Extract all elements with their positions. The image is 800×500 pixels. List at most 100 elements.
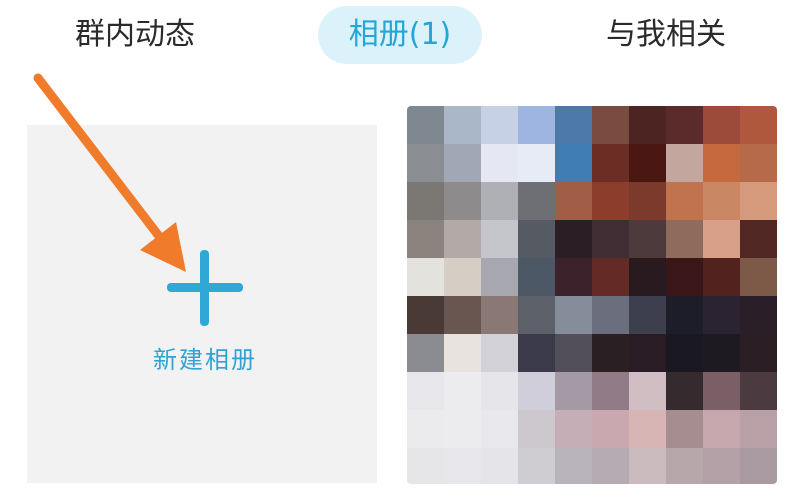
mosaic-cell (481, 296, 518, 334)
mosaic-cell (481, 372, 518, 410)
mosaic-cell (666, 334, 703, 372)
mosaic-cell (444, 410, 481, 448)
mosaic-cell (518, 220, 555, 258)
mosaic-cell (703, 258, 740, 296)
mosaic-cell (740, 448, 777, 484)
mosaic-cell (703, 182, 740, 220)
mosaic-cell (444, 258, 481, 296)
mosaic-cell (518, 448, 555, 484)
mosaic-cell (666, 448, 703, 484)
mosaic-cell (666, 372, 703, 410)
mosaic-cell (407, 106, 444, 144)
new-album-label[interactable]: 新建相册 (120, 340, 290, 375)
mosaic-cell (740, 296, 777, 334)
mosaic-cell (629, 182, 666, 220)
mosaic-cell (629, 144, 666, 182)
mosaic-cell (629, 448, 666, 484)
mosaic-cell (481, 106, 518, 144)
mosaic-cell (592, 372, 629, 410)
mosaic-cell (740, 334, 777, 372)
mosaic-cell (703, 448, 740, 484)
mosaic-cell (629, 372, 666, 410)
mosaic-cell (703, 144, 740, 182)
mosaic-cell (740, 410, 777, 448)
mosaic-cell (518, 182, 555, 220)
mosaic-cell (481, 448, 518, 484)
mosaic-cell (629, 296, 666, 334)
pixelated-photo (407, 106, 777, 484)
mosaic-cell (555, 182, 592, 220)
mosaic-cell (555, 296, 592, 334)
mosaic-cell (740, 182, 777, 220)
mosaic-cell (666, 144, 703, 182)
mosaic-cell (444, 296, 481, 334)
mosaic-cell (592, 182, 629, 220)
mosaic-cell (518, 106, 555, 144)
mosaic-cell (592, 144, 629, 182)
mosaic-cell (703, 334, 740, 372)
tab-bar: 群内动态 相册(1) 与我相关 (0, 0, 800, 80)
mosaic-cell (740, 220, 777, 258)
mosaic-cell (481, 144, 518, 182)
mosaic-cell (555, 258, 592, 296)
mosaic-cell (481, 182, 518, 220)
mosaic-cell (518, 258, 555, 296)
mosaic-cell (592, 448, 629, 484)
group-album-page: 群内动态 相册(1) 与我相关 新建相册 (0, 0, 800, 500)
mosaic-cell (518, 372, 555, 410)
mosaic-cell (407, 410, 444, 448)
mosaic-cell (703, 296, 740, 334)
mosaic-cell (407, 144, 444, 182)
mosaic-cell (740, 258, 777, 296)
plus-icon-vertical-bar (200, 250, 209, 326)
mosaic-cell (555, 372, 592, 410)
mosaic-cell (740, 372, 777, 410)
mosaic-cell (407, 258, 444, 296)
mosaic-cell (407, 296, 444, 334)
mosaic-cell (629, 334, 666, 372)
mosaic-cell (407, 182, 444, 220)
mosaic-cell (444, 334, 481, 372)
mosaic-cell (703, 372, 740, 410)
mosaic-cell (481, 220, 518, 258)
mosaic-cell (518, 410, 555, 448)
mosaic-cell (592, 334, 629, 372)
mosaic-cell (629, 258, 666, 296)
plus-icon[interactable] (167, 250, 243, 326)
mosaic-cell (666, 410, 703, 448)
tab-related-to-me[interactable]: 与我相关 (592, 6, 740, 64)
mosaic-cell (592, 410, 629, 448)
mosaic-cell (444, 144, 481, 182)
mosaic-cell (592, 296, 629, 334)
mosaic-cell (444, 448, 481, 484)
mosaic-cell (629, 106, 666, 144)
tab-album[interactable]: 相册(1) (318, 6, 482, 64)
mosaic-cell (629, 220, 666, 258)
mosaic-cell (592, 258, 629, 296)
mosaic-cell (555, 144, 592, 182)
mosaic-cell (407, 448, 444, 484)
mosaic-cell (555, 448, 592, 484)
mosaic-cell (592, 220, 629, 258)
mosaic-cell (666, 296, 703, 334)
mosaic-cell (703, 410, 740, 448)
album-thumbnail[interactable] (407, 106, 777, 484)
mosaic-cell (703, 106, 740, 144)
mosaic-cell (444, 372, 481, 410)
mosaic-cell (518, 296, 555, 334)
mosaic-cell (555, 106, 592, 144)
mosaic-cell (407, 334, 444, 372)
mosaic-cell (481, 334, 518, 372)
mosaic-cell (518, 144, 555, 182)
mosaic-cell (666, 182, 703, 220)
mosaic-cell (407, 220, 444, 258)
mosaic-cell (592, 106, 629, 144)
mosaic-cell (740, 106, 777, 144)
mosaic-cell (444, 220, 481, 258)
mosaic-cell (444, 106, 481, 144)
mosaic-cell (666, 220, 703, 258)
mosaic-cell (444, 182, 481, 220)
mosaic-cell (518, 334, 555, 372)
mosaic-cell (629, 410, 666, 448)
tab-group-updates[interactable]: 群内动态 (60, 6, 210, 64)
